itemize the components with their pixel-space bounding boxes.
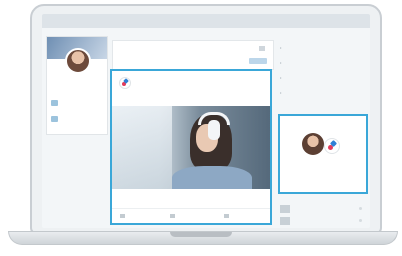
item-thumbnail bbox=[280, 217, 290, 225]
brand-logo-icon bbox=[324, 138, 340, 154]
app-screen bbox=[42, 14, 370, 228]
top-navigation-bar bbox=[42, 14, 370, 28]
like-button[interactable] bbox=[120, 213, 127, 218]
list-item[interactable] bbox=[280, 217, 364, 227]
news-item[interactable] bbox=[280, 90, 358, 95]
stats-icon bbox=[51, 116, 58, 122]
post-button[interactable] bbox=[249, 58, 267, 64]
share-icon bbox=[224, 213, 229, 218]
profile-stat-row[interactable] bbox=[51, 115, 103, 125]
image-window-background bbox=[112, 106, 172, 189]
news-item[interactable] bbox=[280, 60, 358, 65]
post-image[interactable] bbox=[112, 106, 270, 189]
image-person-body bbox=[172, 166, 252, 189]
more-icon[interactable] bbox=[359, 219, 362, 222]
suggestions-panel bbox=[278, 196, 368, 228]
news-panel bbox=[278, 36, 360, 112]
post-composer[interactable] bbox=[112, 40, 274, 70]
news-item[interactable] bbox=[280, 45, 358, 50]
sponsored-post[interactable] bbox=[110, 69, 272, 225]
news-item[interactable] bbox=[280, 75, 358, 80]
share-button[interactable] bbox=[224, 213, 231, 218]
avatar bbox=[302, 133, 324, 155]
stats-icon bbox=[51, 100, 58, 106]
brand-logo-icon[interactable] bbox=[119, 77, 131, 89]
comment-button[interactable] bbox=[170, 213, 177, 218]
list-item[interactable] bbox=[280, 205, 364, 215]
comment-icon bbox=[170, 213, 175, 218]
attach-icon[interactable] bbox=[259, 46, 265, 51]
item-thumbnail bbox=[280, 205, 290, 213]
laptop-notch bbox=[170, 232, 232, 237]
like-icon bbox=[120, 213, 125, 218]
profile-stat-row[interactable] bbox=[51, 99, 103, 109]
headphones-cup bbox=[208, 120, 220, 140]
follow-ad-card[interactable] bbox=[278, 114, 368, 194]
avatar[interactable] bbox=[65, 48, 91, 74]
more-icon[interactable] bbox=[359, 207, 362, 210]
post-action-bar bbox=[112, 208, 270, 224]
profile-card[interactable] bbox=[46, 36, 108, 135]
